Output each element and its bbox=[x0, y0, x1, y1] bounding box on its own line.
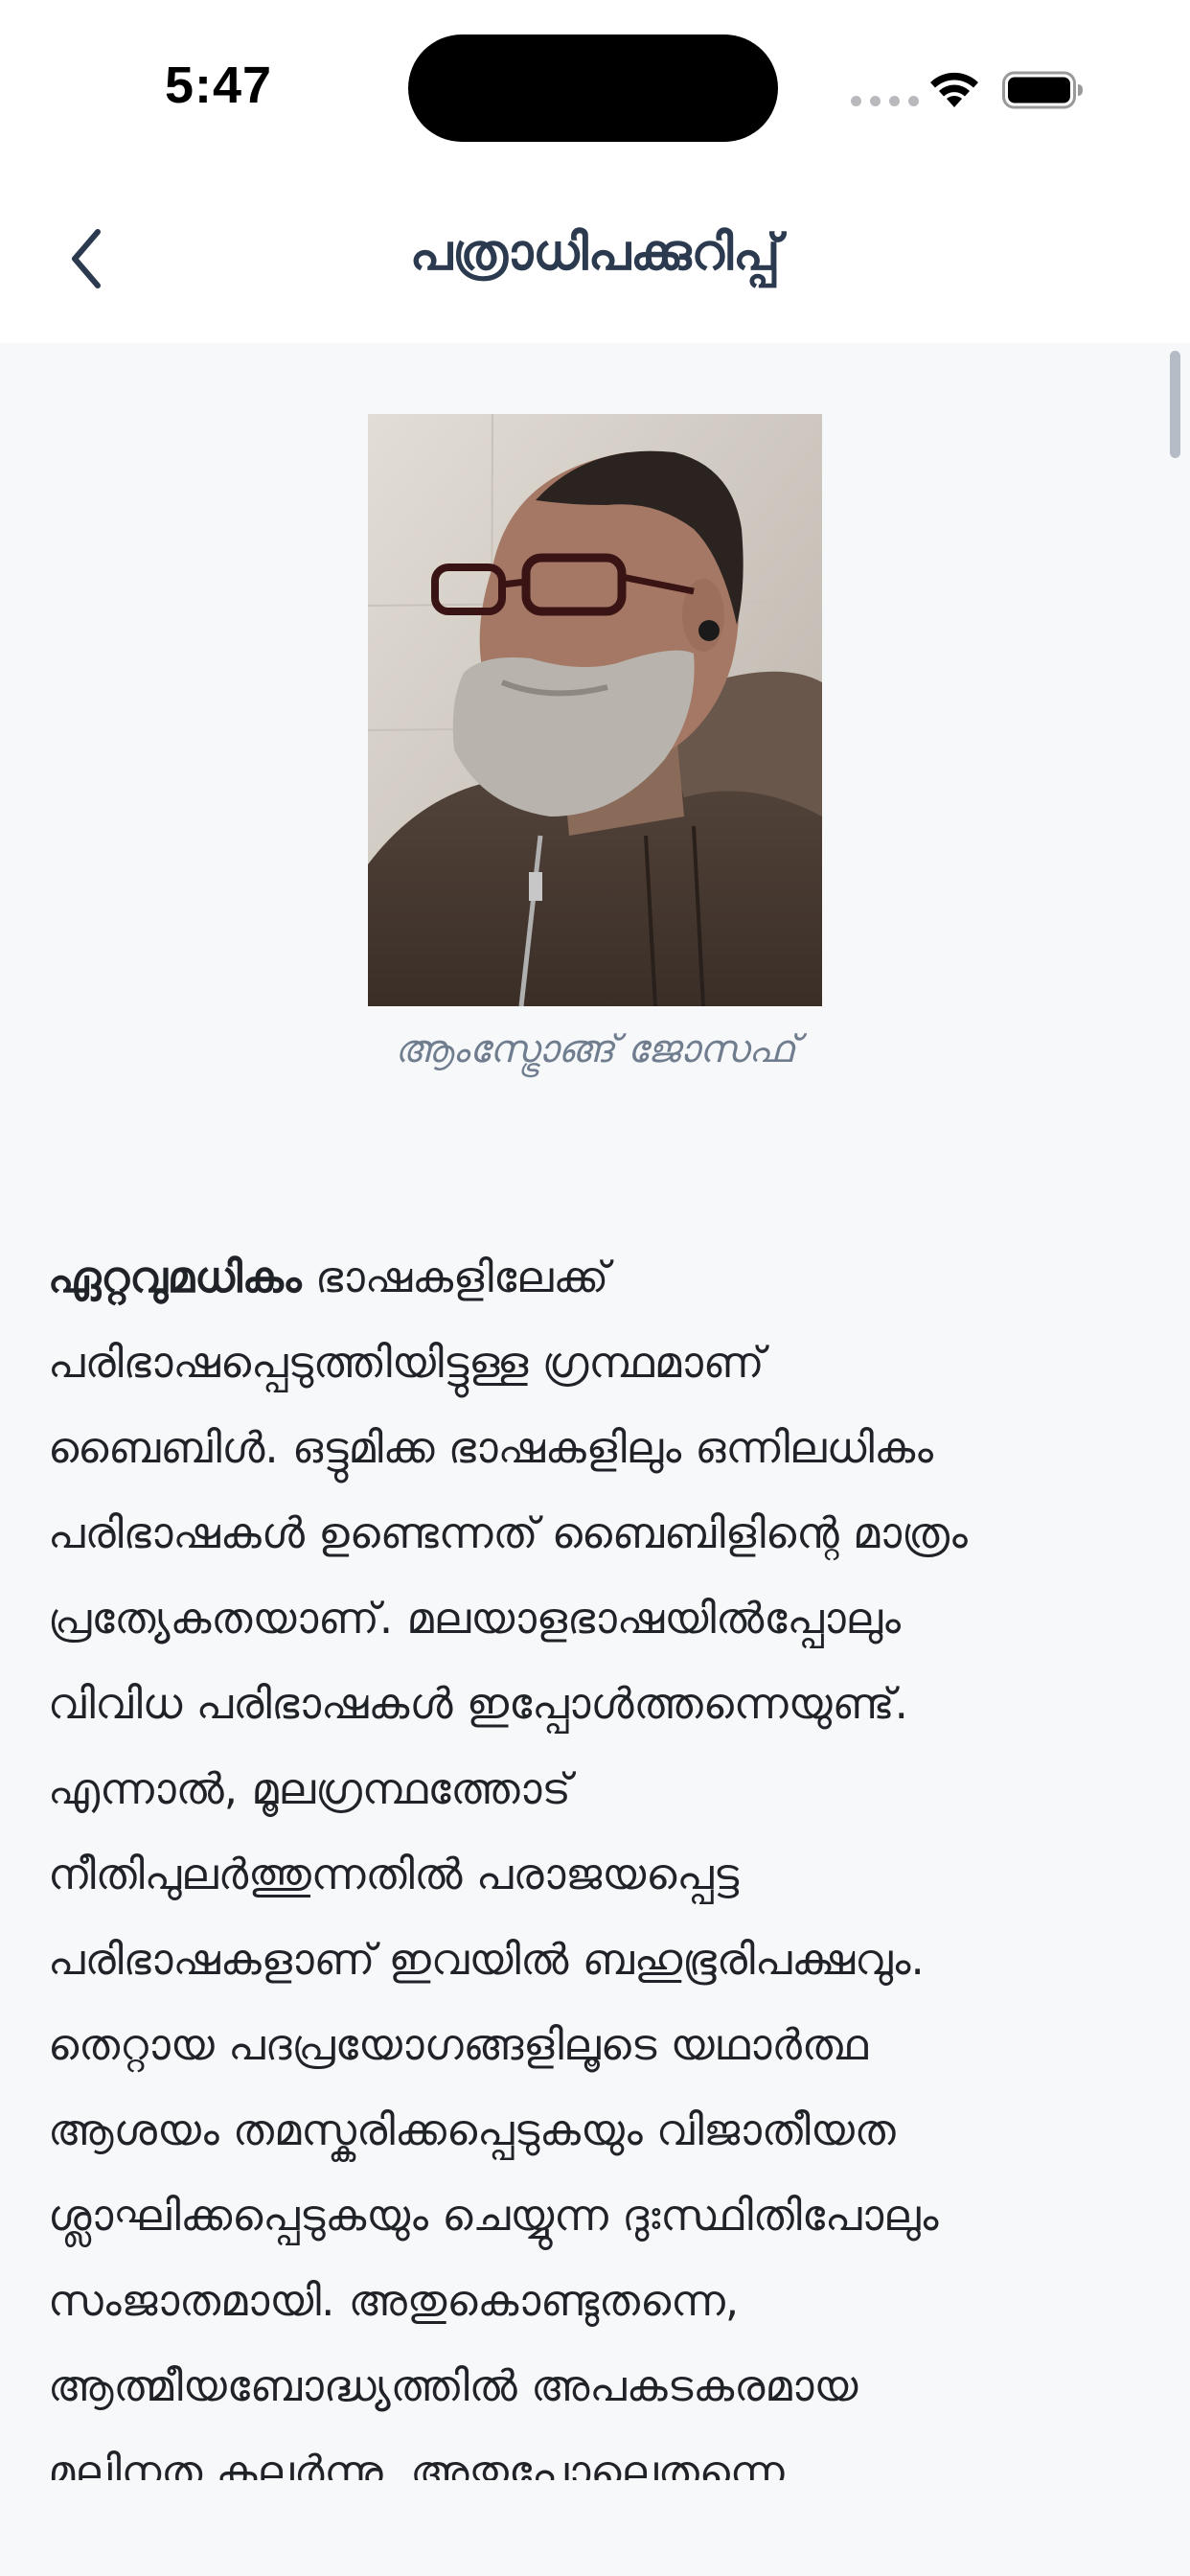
article-body: ഏറ്റവുമധികം ഭാഷകളിലേക്ക് പരിഭാഷപ്പെടുത്ത… bbox=[48, 1234, 1150, 2480]
article-line: പരിഭാഷപ്പെടുത്തിയിട്ടുള്ള ഗ്രന്ഥമാണ് bbox=[48, 1337, 765, 1388]
scrollbar[interactable] bbox=[1170, 351, 1180, 458]
article-line: തെറ്റായ പദപ്രയോഗങ്ങളിലൂടെ യഥാർത്ഥ bbox=[48, 2019, 868, 2070]
page-title: പത്രാധിപക്കുറിപ്പ് bbox=[409, 224, 781, 282]
wifi-icon bbox=[930, 72, 978, 107]
article-line: പരിഭാഷകളാണ് ഇവയിൽ ബഹുഭൂരിപക്ഷവും. bbox=[48, 1934, 925, 1985]
screen: 5:47 പത്രാധിപക്കുറിപ്പ് ആംസ്ട്രോങ്ങ് ജോസ… bbox=[0, 0, 1190, 2576]
dynamic-island bbox=[408, 34, 778, 142]
battery-icon bbox=[1002, 71, 1083, 109]
article-line: ബൈബിൾ. ഒട്ടുമിക്ക ഭാഷകളിലും ഒന്നിലധികം bbox=[48, 1422, 934, 1473]
article-line: നീതിപുലർത്തുന്നതിൽ പരാജയപ്പെട്ട bbox=[48, 1849, 740, 1899]
article-line: ശ്ലാഘിക്കപ്പെടുകയും ചെയ്യുന്ന ദുഃസ്ഥിതിപ… bbox=[48, 2190, 939, 2241]
article-line-1: ഏറ്റവുമധികം ഭാഷകളിലേക്ക് bbox=[48, 1234, 1150, 1320]
author-photo bbox=[368, 414, 822, 1006]
article-line: വിവിധ പരിഭാഷകൾ ഇപ്പോൾത്തന്നെയുണ്ട്. bbox=[48, 1678, 908, 1729]
article-line: ആത്മീയബോദ്ധ്യത്തിൽ അപകടകരമായ bbox=[48, 2360, 858, 2411]
article-line: പരിഭാഷകൾ ഉണ്ടെന്നത് ബൈബിളിന്റെ മാത്രം bbox=[48, 1507, 968, 1558]
article-scroll-view[interactable]: ആംസ്ട്രോങ്ങ് ജോസഫ് ഏറ്റവുമധികം ഭാഷകളിലേക… bbox=[0, 343, 1190, 2480]
navigation-bar: പത്രാധിപക്കുറിപ്പ് bbox=[0, 182, 1190, 343]
article-line: മലിനത കലർന്നു. അതുപോലെതന്നെ bbox=[48, 2446, 785, 2480]
article-line: എന്നാൽ, മൂലഗ്രന്ഥത്തോട് bbox=[48, 1763, 571, 1814]
status-bar: 5:47 bbox=[0, 0, 1190, 182]
article-line: പ്രത്യേകതയാണ്. മലയാളഭാഷയിൽപ്പോലും bbox=[48, 1593, 901, 1644]
article-line: ആശയം തമസ്കരിക്കപ്പെടുകയും വിജാതീയത bbox=[48, 2104, 896, 2155]
status-time: 5:47 bbox=[165, 57, 273, 114]
article-first-word: ഏറ്റവുമധികം bbox=[48, 1252, 302, 1302]
author-name-caption: ആംസ്ട്രോങ്ങ് ജോസഫ് bbox=[394, 1027, 796, 1071]
article-line: സംജാതമായി. അതുകൊണ്ടുതന്നെ, bbox=[48, 2275, 740, 2326]
cellular-signal-icon bbox=[851, 96, 919, 106]
bottom-safe-area bbox=[0, 2480, 1190, 2576]
article-first-line-rest: ഭാഷകളിലേക്ക് bbox=[301, 1252, 609, 1302]
